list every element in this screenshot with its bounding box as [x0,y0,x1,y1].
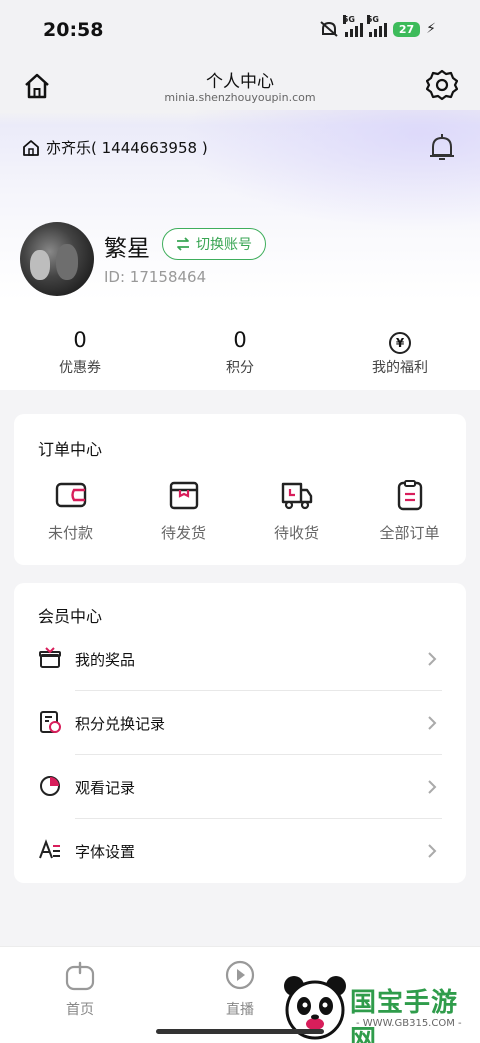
stat-welfare[interactable]: ¥ 我的福利 [320,326,480,377]
order-all[interactable]: 全部订单 [353,478,466,543]
order-to-ship-label: 待发货 [160,524,206,542]
store-home-icon [23,139,39,156]
user-id: ID: 17158464 [104,268,207,286]
coupons-label: 优惠券 [59,360,101,376]
order-to-receive-label: 待收货 [273,524,319,542]
avatar[interactable] [20,222,94,296]
clipboard-icon [397,480,422,511]
truck-icon [281,482,312,510]
menu-item-font-settings[interactable]: 字体设置 [14,819,466,883]
tab-home-label: 首页 [66,1002,94,1018]
welfare-label: 我的福利 [372,360,428,376]
bell-icon[interactable] [428,133,456,163]
order-to-receive[interactable]: 待收货 [240,478,353,543]
order-center-card: 订单中心 未付款 待发货 待收货 全部订单 [14,414,466,565]
status-icons: 5G 5G 27 ⚡ [319,15,436,38]
order-unpaid[interactable]: 未付款 [14,478,127,543]
menu-label-font-settings: 字体设置 [75,842,136,861]
page-url: minia.shenzhouyoupin.com [164,91,316,104]
stat-points[interactable]: 0 积分 [160,326,320,377]
menu-item-watch-history[interactable]: 观看记录 [14,755,466,819]
home-indicator[interactable] [156,1029,324,1034]
watch-history-icon [40,776,60,796]
menu-item-points-record[interactable]: 积分兑换记录 [14,691,466,755]
coupons-count: 0 [73,328,87,352]
username: 繁星 [104,236,150,262]
member-center-card: 会员中心 我的奖品 积分兑换记录 观看记录 字体设置 [14,583,466,883]
yen-icon: ¥ [389,332,411,354]
signal-2-icon: 5G [366,15,387,37]
chevron-right-icon [428,780,437,794]
swap-icon [177,237,189,251]
chevron-right-icon [428,652,437,666]
page-title: 个人中心 [206,72,274,92]
points-record-icon [40,711,61,733]
menu-label-points-record: 积分兑换记录 [75,714,166,733]
stat-coupons[interactable]: 0 优惠券 [0,326,160,377]
stats-row: 0 优惠券 0 积分 ¥ 我的福利 [0,326,480,377]
order-center-title: 订单中心 [38,440,103,459]
member-center-title: 会员中心 [38,607,103,626]
order-unpaid-label: 未付款 [47,524,93,542]
battery-icon: 27 [392,21,421,37]
signal-2-label: 5G [366,15,379,24]
charging-icon: ⚡ [426,21,436,37]
switch-account-label: 切换账号 [196,237,252,253]
signal-1-label: 5G [342,15,355,24]
watermark-url: - WWW.GB315.COM - [356,1018,462,1029]
points-label: 积分 [226,360,254,376]
box-icon [169,481,198,510]
watermark-text: 国宝手游网 [350,988,459,1043]
tab-home[interactable]: 首页 [40,959,120,1019]
switch-account-button[interactable]: 切换账号 [162,228,266,260]
points-count: 0 [233,328,247,352]
chevron-right-icon [428,716,437,730]
signal-1-icon: 5G [342,15,363,37]
order-to-ship[interactable]: 待发货 [127,478,240,543]
nav-bar: 个人中心 minia.shenzhouyoupin.com [0,60,480,112]
menu-label-prizes: 我的奖品 [75,650,136,669]
store-name: 亦齐乐( 1444663958 ) [46,139,208,157]
mute-icon [320,21,338,37]
menu-label-watch-history: 观看记录 [75,778,136,797]
gift-icon [39,647,61,668]
member-menu: 我的奖品 积分兑换记录 观看记录 字体设置 [14,627,466,883]
font-icon [39,839,60,859]
store-selector[interactable]: 亦齐乐( 1444663958 ) [22,137,208,158]
wallet-icon [55,482,86,508]
order-status-row: 未付款 待发货 待收货 全部订单 [14,478,466,543]
status-time: 20:58 [43,19,104,41]
menu-item-prizes[interactable]: 我的奖品 [14,627,466,691]
home-bag-icon [65,961,95,991]
live-play-icon [225,960,255,990]
chevron-right-icon [428,844,437,858]
order-all-label: 全部订单 [379,524,440,542]
gear-icon[interactable] [426,69,458,101]
status-bar: 20:58 5G 5G 27 ⚡ [0,0,480,60]
